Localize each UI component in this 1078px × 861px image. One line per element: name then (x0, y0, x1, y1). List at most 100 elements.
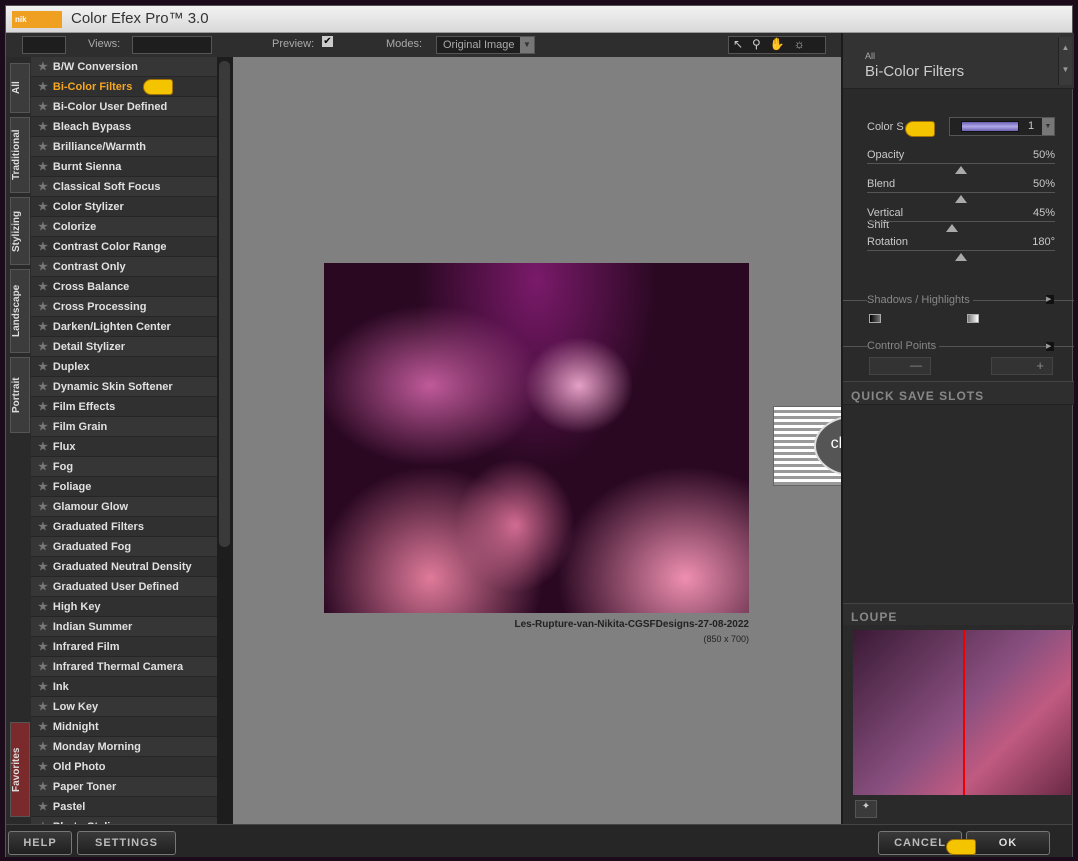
star-icon[interactable]: ★ (38, 501, 48, 513)
star-icon[interactable]: ★ (38, 121, 48, 133)
star-icon[interactable]: ★ (38, 521, 48, 533)
filter-item[interactable]: ★ Flux (31, 437, 217, 457)
slider-track[interactable] (867, 250, 1055, 251)
tab-all[interactable]: All (10, 63, 30, 113)
filter-item[interactable]: ★ Glamour Glow (31, 497, 217, 517)
filter-item[interactable]: ★ Contrast Color Range (31, 237, 217, 257)
star-icon[interactable]: ★ (38, 341, 48, 353)
star-icon[interactable]: ★ (38, 741, 48, 753)
filter-item[interactable]: ★Photo Stylizer (31, 817, 217, 824)
tab-stylizing[interactable]: Stylizing (10, 197, 30, 265)
view-image-list-toggle[interactable] (22, 36, 66, 54)
star-icon[interactable]: ★ (38, 461, 48, 473)
filter-item[interactable]: ★ Low Key (31, 697, 217, 717)
filter-item[interactable]: ★ Bi-Color User Defined (31, 97, 217, 117)
star-icon[interactable]: ★ (38, 701, 48, 713)
filter-item[interactable]: ★ Fog (31, 457, 217, 477)
slider-track[interactable] (867, 192, 1055, 193)
star-icon[interactable]: ★ (38, 181, 48, 193)
star-icon[interactable]: ★ (38, 641, 48, 653)
star-icon[interactable]: ★ (38, 301, 48, 313)
filter-item[interactable]: ★ Ink (31, 677, 217, 697)
filter-item[interactable]: ★ High Key (31, 597, 217, 617)
star-icon[interactable]: ★ (38, 381, 48, 393)
filter-item[interactable]: ★ Detail Stylizer (31, 337, 217, 357)
slider-handle[interactable] (955, 166, 967, 174)
filter-item[interactable]: ★ Infrared Thermal Camera (31, 657, 217, 677)
filter-item[interactable]: ★ Colorize (31, 217, 217, 237)
scrollbar-thumb[interactable] (219, 61, 230, 547)
highlights-slider[interactable] (967, 314, 979, 323)
filter-list-scrollbar[interactable] (217, 57, 233, 824)
views-selector[interactable] (132, 36, 212, 54)
filter-item[interactable]: ★ Infrared Film (31, 637, 217, 657)
filter-item[interactable]: ★ Graduated Neutral Density (31, 557, 217, 577)
filter-item[interactable]: ★ Cross Processing (31, 297, 217, 317)
star-icon[interactable]: ★ (38, 421, 48, 433)
star-icon[interactable]: ★ (38, 661, 48, 673)
star-icon[interactable]: ★ (38, 601, 48, 613)
star-icon[interactable]: ★ (38, 261, 48, 273)
filter-item[interactable]: ★ Color Stylizer (31, 197, 217, 217)
star-icon[interactable]: ★ (38, 761, 48, 773)
star-icon[interactable]: ★ (38, 481, 48, 493)
star-icon[interactable]: ★ (38, 321, 48, 333)
filter-item[interactable]: ★ Graduated Filters (31, 517, 217, 537)
modes-dropdown[interactable]: Original Image ▼ (436, 36, 535, 54)
filter-item[interactable]: ★ Duplex (31, 357, 217, 377)
star-icon[interactable]: ★ (38, 221, 48, 233)
star-icon[interactable]: ★ (38, 801, 48, 813)
star-icon[interactable]: ★ (38, 281, 48, 293)
filter-item[interactable]: ★ Paper Toner (31, 777, 217, 797)
slider-handle[interactable] (945, 224, 958, 232)
filter-item[interactable]: ★ Burnt Sienna (31, 157, 217, 177)
filter-item[interactable]: ★ Bi-Color Filters (31, 77, 217, 97)
star-icon[interactable]: ★ (38, 581, 48, 593)
filter-item[interactable]: ★ Midnight (31, 717, 217, 737)
filter-item[interactable]: ★ Film Grain (31, 417, 217, 437)
slider-handle[interactable] (955, 253, 967, 261)
filter-item[interactable]: ★ Film Effects (31, 397, 217, 417)
filter-item[interactable]: ★ Old Photo (31, 757, 217, 777)
star-icon[interactable]: ★ (38, 201, 48, 213)
slider-track[interactable] (867, 163, 1055, 164)
remove-control-point-button[interactable]: — (869, 357, 931, 375)
split-line[interactable] (963, 630, 965, 795)
tab-favorites[interactable]: Favorites (10, 722, 30, 817)
filter-item[interactable]: ★ B/W Conversion (31, 57, 217, 77)
filter-item[interactable]: ★ Indian Summer (31, 617, 217, 637)
star-icon[interactable]: ★ (38, 561, 48, 573)
slider-track[interactable] (867, 221, 1055, 222)
star-icon[interactable]: ★ (38, 781, 48, 793)
star-icon[interactable]: ★ (38, 81, 48, 93)
expand-icon[interactable]: ▶ (1046, 342, 1054, 351)
star-icon[interactable]: ★ (38, 621, 48, 633)
settings-button[interactable]: SETTINGS (77, 831, 176, 855)
star-icon[interactable]: ★ (38, 61, 48, 73)
filter-item[interactable]: ★ Brilliance/Warmth (31, 137, 217, 157)
add-control-point-button[interactable]: + (991, 357, 1053, 375)
star-icon[interactable]: ★ (38, 401, 48, 413)
tab-portrait[interactable]: Portrait (10, 357, 30, 433)
star-icon[interactable]: ★ (38, 361, 48, 373)
help-button[interactable]: HELP (8, 831, 72, 855)
expand-icon[interactable]: ▶ (1046, 295, 1054, 304)
filter-item[interactable]: ★ Bleach Bypass (31, 117, 217, 137)
filter-item[interactable]: ★ Contrast Only (31, 257, 217, 277)
filter-item[interactable]: ★ Monday Morning (31, 737, 217, 757)
pin-icon[interactable]: ✦ (855, 800, 877, 818)
star-icon[interactable]: ★ (38, 141, 48, 153)
filter-item[interactable]: ★ Foliage (31, 477, 217, 497)
quick-save-slots-header[interactable]: QUICK SAVE SLOTS (843, 381, 1074, 405)
filter-item[interactable]: ★ Cross Balance (31, 277, 217, 297)
filter-item[interactable]: ★ Graduated Fog (31, 537, 217, 557)
star-icon[interactable]: ★ (38, 681, 48, 693)
filter-item[interactable]: ★ Graduated User Defined (31, 577, 217, 597)
loupe-header[interactable]: LOUPE (843, 603, 1074, 625)
tab-landscape[interactable]: Landscape (10, 269, 30, 353)
star-icon[interactable]: ★ (38, 161, 48, 173)
ok-button[interactable]: OK (966, 831, 1050, 855)
filter-item[interactable]: ★ Darken/Lighten Center (31, 317, 217, 337)
filter-item[interactable]: ★ Dynamic Skin Softener (31, 377, 217, 397)
slider-handle[interactable] (955, 195, 967, 203)
